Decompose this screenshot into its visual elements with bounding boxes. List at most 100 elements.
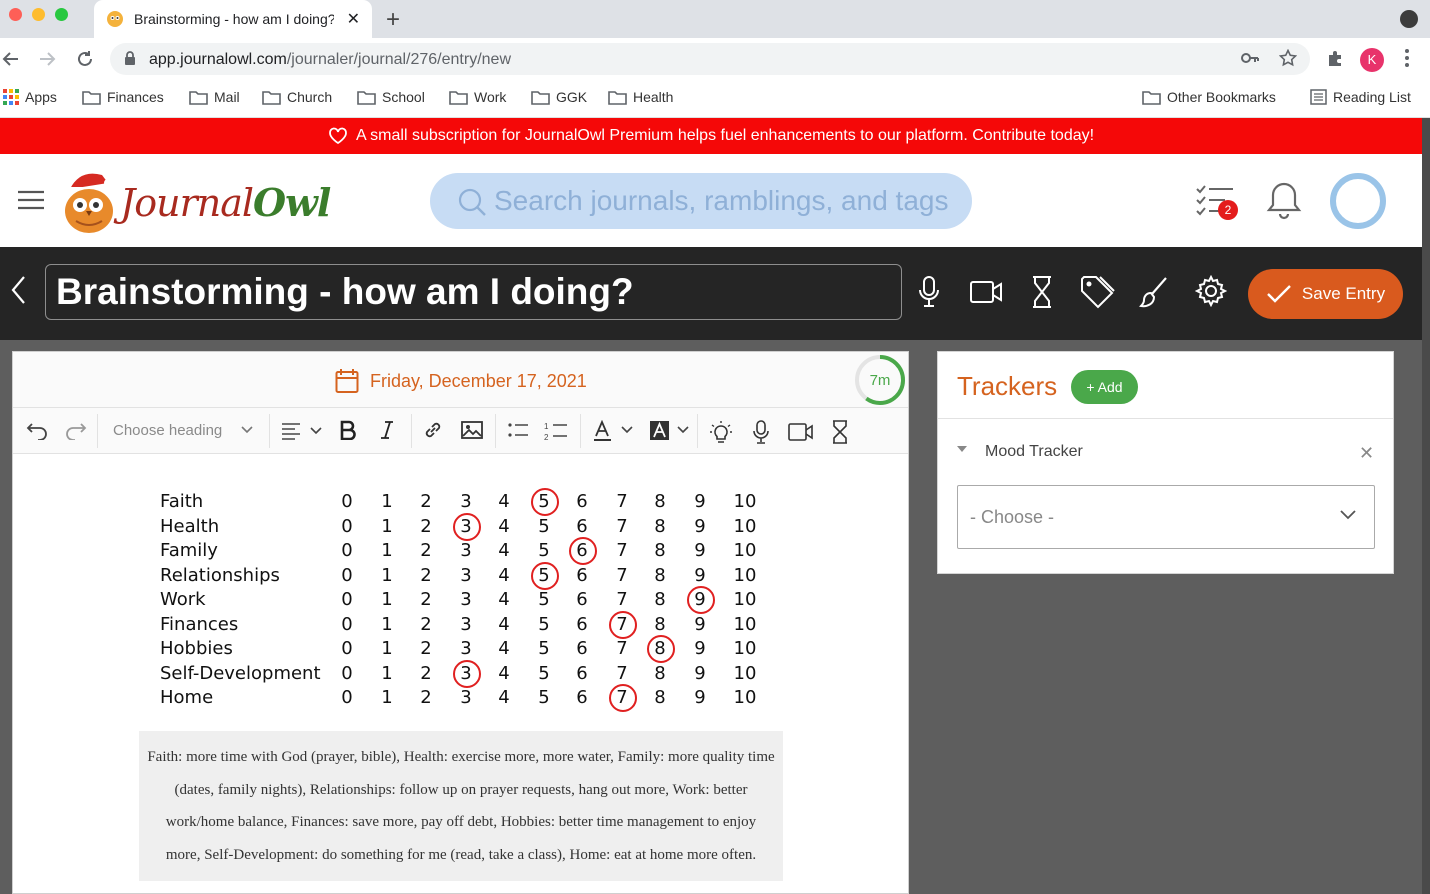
- mood-score: 7: [616, 515, 628, 537]
- calendar-icon[interactable]: [335, 368, 359, 394]
- mood-score: 0: [341, 687, 353, 708]
- bold-icon[interactable]: [339, 420, 357, 440]
- mood-score-selected: 7: [607, 684, 637, 712]
- mood-score: 8: [654, 687, 666, 708]
- mood-score: 3: [460, 687, 472, 708]
- mood-score: 4: [498, 589, 510, 610]
- close-window-button[interactable]: [9, 8, 22, 21]
- forward-arrow-icon[interactable]: [38, 50, 56, 68]
- mood-choose-select[interactable]: - Choose -: [957, 485, 1375, 549]
- entry-content[interactable]: Faith 0 1 2 3 4 5 6 7 8 9 10 Health 0 1 2 3 4 5 6 7 8 9 10 Famil…: [13, 455, 908, 893]
- back-chevron-icon[interactable]: [10, 275, 26, 305]
- bookmark-folder-mail[interactable]: Mail: [189, 89, 240, 105]
- mood-score-selected: 6: [567, 537, 597, 565]
- bookmark-folder-ggk[interactable]: GGK: [531, 89, 587, 105]
- mood-row-label: Relationships: [160, 564, 280, 586]
- bookmark-folder-work[interactable]: Work: [449, 89, 506, 105]
- mood-score: 5: [538, 589, 550, 610]
- folder-icon: [82, 90, 101, 105]
- video-camera-icon[interactable]: [788, 422, 814, 442]
- image-icon[interactable]: [461, 420, 483, 440]
- bulleted-list-icon[interactable]: [507, 420, 529, 440]
- undo-icon[interactable]: [26, 420, 48, 440]
- mood-score: 9: [694, 515, 706, 537]
- mood-score: 9: [694, 564, 706, 586]
- heading-select[interactable]: Choose heading: [113, 422, 222, 439]
- premium-promo-banner[interactable]: A small subscription for JournalOwl Prem…: [0, 118, 1422, 154]
- mood-score: 4: [498, 564, 510, 586]
- notification-bell-icon[interactable]: [1266, 180, 1302, 220]
- tab-search-icon[interactable]: [1400, 10, 1418, 28]
- entry-notes-paragraph: Faith: more time with God (prayer, bible…: [139, 731, 783, 881]
- mood-score-selected: 7: [607, 610, 637, 639]
- bookmark-reading-list[interactable]: Reading List: [1310, 89, 1411, 105]
- entry-title-input[interactable]: [45, 264, 902, 320]
- maximize-window-button[interactable]: [55, 8, 68, 21]
- entry-date-bar: Friday, December 17, 2021 7m: [13, 352, 908, 408]
- video-camera-icon[interactable]: [969, 279, 1003, 305]
- svg-text:1: 1: [544, 422, 549, 431]
- mood-score-selected: 3: [451, 659, 481, 688]
- journalowl-wordmark[interactable]: JournalOwl: [120, 180, 331, 225]
- hourglass-icon[interactable]: [831, 420, 849, 444]
- checkmark-icon: [1267, 285, 1291, 303]
- new-tab-icon[interactable]: +: [386, 6, 400, 34]
- italic-icon[interactable]: [379, 420, 395, 440]
- bookmark-apps[interactable]: Apps: [3, 89, 57, 105]
- search-input[interactable]: [494, 183, 954, 219]
- mood-score: 5: [538, 540, 550, 561]
- tags-icon[interactable]: [1080, 275, 1116, 309]
- mood-score-selected: 9: [685, 586, 715, 614]
- folder-icon: [262, 90, 281, 105]
- tab-close-icon[interactable]: ✕: [347, 9, 360, 29]
- highlight-color-icon[interactable]: [649, 420, 689, 442]
- mood-row-label: Hobbies: [160, 638, 233, 659]
- hamburger-menu-icon[interactable]: [18, 190, 44, 210]
- extensions-icon[interactable]: [1326, 49, 1344, 67]
- bookmark-folder-health[interactable]: Health: [608, 89, 673, 105]
- star-icon[interactable]: [1279, 49, 1297, 67]
- browser-tab-bar: Brainstorming - how am I doing? ✕ +: [0, 0, 1430, 38]
- mood-score: 10: [733, 515, 757, 537]
- microphone-icon[interactable]: [752, 420, 770, 444]
- collapse-caret-icon[interactable]: [957, 446, 967, 452]
- entry-date[interactable]: Friday, December 17, 2021: [370, 371, 587, 392]
- remove-tracker-icon[interactable]: ✕: [1359, 443, 1374, 464]
- bookmark-other-bookmarks[interactable]: Other Bookmarks: [1142, 89, 1276, 105]
- bookmark-folder-school[interactable]: School: [357, 89, 425, 105]
- hourglass-icon[interactable]: [1030, 275, 1054, 309]
- paintbrush-icon[interactable]: [1139, 275, 1169, 309]
- bookmark-folder-church[interactable]: Church: [262, 89, 332, 105]
- link-icon[interactable]: [423, 420, 443, 440]
- address-bar[interactable]: app.journalowl.com/journaler/journal/276…: [110, 43, 1310, 75]
- browser-menu-icon[interactable]: [1404, 48, 1410, 68]
- key-icon[interactable]: [1241, 51, 1259, 65]
- add-tracker-button[interactable]: + Add: [1071, 370, 1138, 404]
- microphone-icon[interactable]: [918, 275, 940, 309]
- save-entry-button[interactable]: Save Entry: [1248, 269, 1403, 319]
- profile-avatar[interactable]: K: [1360, 48, 1384, 72]
- settings-gear-icon[interactable]: [1195, 275, 1227, 307]
- font-color-icon[interactable]: [593, 420, 633, 442]
- reload-icon[interactable]: [76, 50, 94, 68]
- lightbulb-prompt-icon[interactable]: [709, 420, 733, 444]
- redo-icon[interactable]: [65, 420, 87, 440]
- select-value: - Choose -: [970, 507, 1055, 527]
- mood-score: 6: [576, 662, 588, 684]
- mood-score: 1: [381, 515, 393, 537]
- owl-logo-icon[interactable]: [62, 169, 120, 235]
- browser-tab[interactable]: Brainstorming - how am I doing? ✕: [94, 0, 372, 38]
- page-scrollbar[interactable]: [1422, 118, 1430, 894]
- tasks-count-badge: 2: [1218, 200, 1238, 220]
- mood-score-selected: 5: [529, 488, 559, 516]
- user-avatar[interactable]: [1330, 173, 1386, 229]
- numbered-list-icon[interactable]: 12: [544, 420, 568, 442]
- chevron-down-icon[interactable]: [241, 426, 253, 434]
- bookmark-folder-finances[interactable]: Finances: [82, 89, 164, 105]
- text-align-icon[interactable]: [281, 422, 327, 440]
- back-arrow-icon[interactable]: [2, 50, 20, 68]
- mood-score: 9: [694, 638, 706, 659]
- minimize-window-button[interactable]: [32, 8, 45, 21]
- tab-title: Brainstorming - how am I doing?: [134, 11, 334, 27]
- mood-score: 8: [654, 515, 666, 537]
